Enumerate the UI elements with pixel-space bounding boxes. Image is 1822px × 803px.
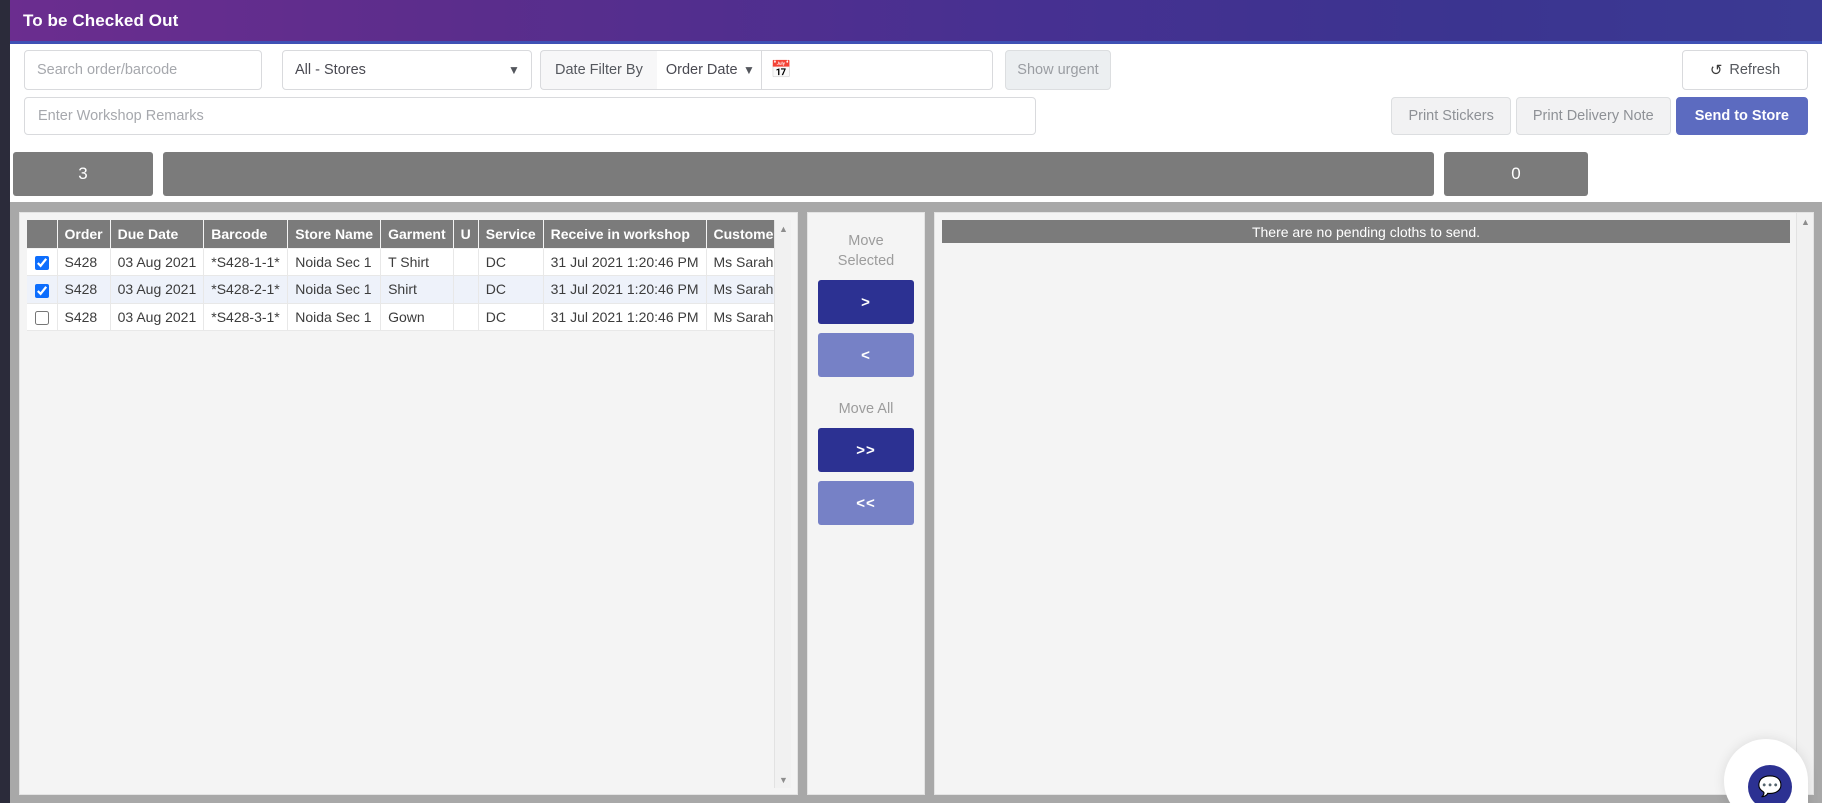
- chat-bubbles-icon[interactable]: 💬: [1748, 765, 1792, 803]
- col-receive-in-workshop[interactable]: Receive in workshop: [543, 220, 707, 249]
- cell-due-date: 03 Aug 2021: [110, 248, 205, 277]
- date-type-select[interactable]: Order Date: [656, 50, 761, 90]
- move-selected-left-button[interactable]: <: [818, 333, 914, 377]
- refresh-label: Refresh: [1729, 62, 1781, 78]
- send-list-vertical-scrollbar[interactable]: ▲ ▼: [1796, 213, 1813, 794]
- print-stickers-button[interactable]: Print Stickers: [1391, 97, 1511, 135]
- table-vertical-scrollbar[interactable]: ▲ ▼: [774, 220, 791, 788]
- date-filter-group: Date Filter By Order Date ▼ 📅: [540, 50, 993, 90]
- cell-order: S428: [57, 248, 111, 277]
- move-selected-label: Move Selected: [838, 231, 894, 271]
- date-filter-by-label: Date Filter By: [540, 50, 657, 90]
- row-select-cell[interactable]: [27, 303, 58, 331]
- pending-items-card: Order Due Date Barcode Store Name Garmen…: [19, 212, 798, 795]
- cell-order: S428: [57, 303, 111, 331]
- move-all-right-button[interactable]: >>: [818, 428, 914, 472]
- col-garment[interactable]: Garment: [380, 220, 454, 249]
- move-selected-line2: Selected: [837, 253, 895, 269]
- move-all-left-button[interactable]: <<: [818, 481, 914, 525]
- table-body: S428 03 Aug 2021 *S428-1-1* Noida Sec 1T Sh…: [27, 248, 787, 331]
- cell-garment: Gown: [380, 303, 454, 331]
- pending-items-table: Order Due Date Barcode Store Name Garmen…: [27, 220, 787, 331]
- pending-items-scroll: Order Due Date Barcode Store Name Garmen…: [27, 220, 791, 788]
- row-select-cell[interactable]: [27, 275, 58, 304]
- cell-barcode: *S428-2-1*: [203, 275, 289, 304]
- count-bar-row: 3 0: [10, 152, 1822, 196]
- refresh-icon: ↺: [1709, 62, 1723, 79]
- cell-service: DC: [478, 303, 544, 331]
- remarks-toolbar: Print Stickers Print Delivery Note Send …: [10, 97, 1822, 137]
- scroll-down-icon[interactable]: ▼: [775, 771, 792, 788]
- cell-service: DC: [478, 248, 544, 277]
- cell-receive-in-workshop: 31 Jul 2021 1:20:46 PM: [543, 275, 707, 304]
- pending-count-badge: 0: [1444, 152, 1588, 196]
- table-row[interactable]: S428 03 Aug 2021 *S428-3-1* Noida Sec 1 Gown…: [27, 303, 787, 331]
- print-delivery-note-button[interactable]: Print Delivery Note: [1515, 97, 1671, 135]
- page-header: To be Checked Out: [10, 0, 1822, 41]
- cell-service: DC: [478, 275, 544, 304]
- col-order[interactable]: Order: [57, 220, 111, 249]
- send-to-store-button[interactable]: Send to Store: [1675, 97, 1808, 135]
- scroll-down-icon[interactable]: ▼: [1797, 777, 1814, 794]
- cell-receive-in-workshop: 31 Jul 2021 1:20:46 PM: [543, 248, 707, 277]
- cell-garment: Shirt: [380, 275, 454, 304]
- header-accent-line: [10, 41, 1822, 44]
- page-title: To be Checked Out: [23, 10, 179, 30]
- refresh-button[interactable]: ↺ Refresh: [1682, 50, 1808, 90]
- cell-garment: T Shirt: [380, 248, 454, 277]
- calendar-icon[interactable]: 📅: [771, 60, 792, 79]
- col-barcode[interactable]: Barcode: [203, 220, 289, 249]
- cell-barcode: *S428-1-1*: [203, 248, 289, 277]
- main-panel: Order Due Date Barcode Store Name Garmen…: [10, 202, 1822, 803]
- col-select-all[interactable]: [27, 220, 58, 249]
- panel-inner: Order Due Date Barcode Store Name Garmen…: [19, 212, 1814, 795]
- move-all-label: Move All: [838, 401, 894, 417]
- move-panel: Move Selected > < Move All >> <<: [807, 212, 925, 795]
- empty-state-message: There are no pending cloths to send.: [942, 220, 1790, 243]
- row-select-checkbox[interactable]: [34, 283, 49, 298]
- cell-receive-in-workshop: 31 Jul 2021 1:20:46 PM: [543, 303, 707, 331]
- search-input[interactable]: [24, 50, 262, 90]
- action-button-group: Print Stickers Print Delivery Note Send …: [1391, 97, 1808, 135]
- move-selected-line1: Move: [848, 233, 884, 249]
- row-select-cell[interactable]: [27, 248, 58, 277]
- cell-due-date: 03 Aug 2021: [110, 303, 205, 331]
- cell-u: [453, 275, 479, 304]
- cell-store-name: Noida Sec 1: [287, 275, 382, 304]
- send-list-card: There are no pending cloths to send. ▲ ▼: [934, 212, 1814, 795]
- scroll-up-icon[interactable]: ▲: [1797, 213, 1814, 230]
- col-service[interactable]: Service: [478, 220, 544, 249]
- row-select-checkbox[interactable]: [34, 310, 49, 325]
- table-row[interactable]: S428 03 Aug 2021 *S428-1-1* Noida Sec 1T Sh…: [27, 248, 787, 277]
- scroll-up-icon[interactable]: ▲: [775, 220, 792, 237]
- left-nav-rail: [0, 0, 10, 803]
- col-due-date[interactable]: Due Date: [110, 220, 205, 249]
- chat-glyph: 💬: [1757, 776, 1783, 798]
- show-urgent-button[interactable]: Show urgent: [1005, 50, 1111, 90]
- col-store-name[interactable]: Store Name: [287, 220, 382, 249]
- cell-store-name: Noida Sec 1: [287, 248, 382, 277]
- table-header-row: Order Due Date Barcode Store Name Garmen…: [27, 220, 787, 249]
- workshop-remarks-input[interactable]: [24, 97, 1036, 135]
- cell-barcode: *S428-3-1*: [203, 303, 289, 331]
- middle-count-bar: [163, 152, 1434, 196]
- row-select-checkbox[interactable]: [34, 256, 49, 271]
- date-type-select-wrap: Order Date ▼: [656, 50, 761, 90]
- cell-u: [453, 248, 479, 277]
- date-input-wrap: 📅: [760, 50, 993, 90]
- table-row[interactable]: S428 03 Aug 2021 *S428-2-1* Noida Sec 1 Shir…: [27, 275, 787, 304]
- col-u[interactable]: U: [453, 220, 479, 249]
- cell-u: [453, 303, 479, 331]
- table-head: Order Due Date Barcode Store Name Garmen…: [27, 220, 787, 249]
- date-input[interactable]: [760, 50, 993, 90]
- cell-order: S428: [57, 275, 111, 304]
- cell-store-name: Noida Sec 1: [287, 303, 382, 331]
- selected-count-badge: 3: [13, 152, 153, 196]
- cell-due-date: 03 Aug 2021: [110, 275, 205, 304]
- move-selected-right-button[interactable]: >: [818, 280, 914, 324]
- filter-toolbar: All - Stores ▼ Date Filter By Order Date…: [10, 50, 1822, 92]
- store-filter-select[interactable]: All - Stores: [282, 50, 532, 90]
